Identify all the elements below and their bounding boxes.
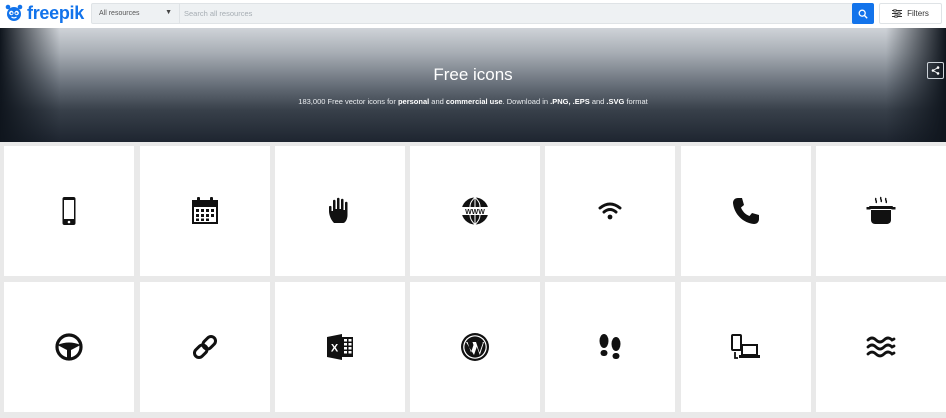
search-button[interactable] <box>852 3 874 24</box>
icon-tile[interactable] <box>816 146 946 276</box>
subtitle-text: format <box>624 97 648 106</box>
logo-text: freepik <box>27 2 84 23</box>
footprints-icon <box>599 334 621 359</box>
steering-wheel-icon <box>55 333 83 361</box>
share-icon <box>931 66 940 75</box>
icon-tile[interactable]: X <box>275 282 405 412</box>
icon-tile[interactable] <box>140 146 270 276</box>
filters-label: Filters <box>907 9 929 18</box>
filters-button[interactable]: Filters <box>879 3 942 24</box>
sliders-icon <box>892 9 903 18</box>
icon-tile[interactable] <box>545 146 675 276</box>
subtitle-text: and <box>429 97 446 106</box>
subtitle-text: 183,000 Free vector icons for <box>298 97 398 106</box>
search-icon <box>858 9 868 19</box>
search-input[interactable] <box>184 5 844 22</box>
search-bar: All resources ▼ <box>91 3 874 24</box>
hero-vignette-right <box>886 28 946 142</box>
subtitle-bold: .PNG, .EPS <box>550 97 590 106</box>
icon-tile[interactable] <box>681 146 811 276</box>
hero-banner: Free icons 183,000 Free vector icons for… <box>0 28 946 142</box>
waves-icon <box>866 336 896 358</box>
svg-text:WWW: WWW <box>465 209 485 216</box>
globe-www-icon: WWW <box>460 197 490 225</box>
subtitle-bold: personal <box>397 97 430 106</box>
icon-tile[interactable] <box>545 282 675 412</box>
icon-tile[interactable] <box>4 282 134 412</box>
freepik-logo-icon <box>5 4 23 21</box>
hero-vignette-left <box>0 28 60 142</box>
icon-tile[interactable]: WWW <box>410 146 540 276</box>
wifi-icon <box>598 202 622 220</box>
subtitle-bold: commercial use <box>445 97 503 106</box>
subtitle-bold: .SVG <box>606 97 625 106</box>
share-button[interactable] <box>927 62 944 79</box>
smartphone-icon <box>62 197 76 225</box>
excel-icon: X <box>327 334 353 360</box>
svg-text:X: X <box>331 343 339 355</box>
category-select[interactable]: All resources ▼ <box>92 4 180 23</box>
top-bar: freepik All resources ▼ Filters <box>0 0 946 28</box>
page-title: Free icons <box>433 65 513 84</box>
icon-tile[interactable] <box>681 282 811 412</box>
hand-icon <box>329 197 348 223</box>
icon-tile[interactable] <box>140 282 270 412</box>
icon-tile[interactable] <box>410 282 540 412</box>
chevron-down-icon: ▼ <box>165 9 172 16</box>
subtitle-text: . Download in <box>502 97 551 106</box>
link-icon <box>192 334 218 360</box>
wordpress-icon <box>461 333 489 361</box>
icon-tile[interactable] <box>275 146 405 276</box>
cooking-pot-icon <box>866 196 896 224</box>
icon-tile[interactable] <box>4 146 134 276</box>
hero-subtitle: 183,000 Free vector icons for personal a… <box>0 97 946 106</box>
icon-tile[interactable] <box>816 282 946 412</box>
devices-icon <box>731 334 760 359</box>
phone-icon <box>733 198 759 224</box>
freepik-logo[interactable]: freepik <box>4 2 84 24</box>
calendar-icon <box>192 197 218 224</box>
subtitle-text: and <box>589 97 607 106</box>
category-label: All resources <box>99 10 140 17</box>
